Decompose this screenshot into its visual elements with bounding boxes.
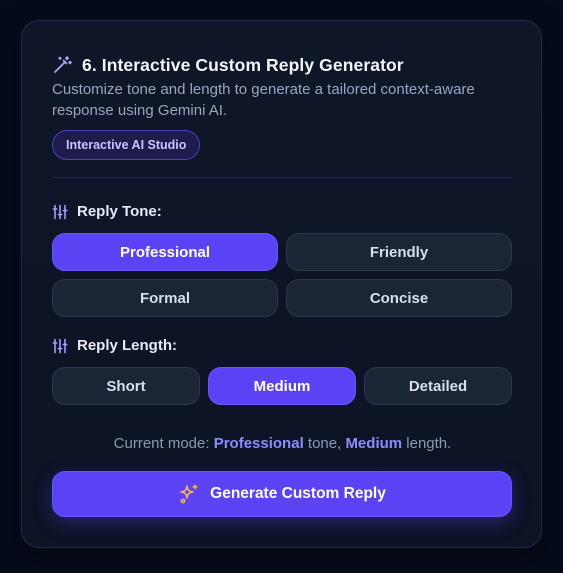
reply-length-text: Reply Length: bbox=[77, 337, 177, 354]
reply-generator-card: 6. Interactive Custom Reply Generator Cu… bbox=[21, 20, 542, 548]
card-title: 6. Interactive Custom Reply Generator bbox=[82, 54, 404, 75]
mode-tone-value: Professional bbox=[213, 435, 304, 452]
current-mode-text: Current mode: Professional tone, Medium … bbox=[22, 435, 543, 452]
tone-option-concise[interactable]: Concise bbox=[286, 279, 512, 317]
mode-suffix: length. bbox=[402, 435, 452, 452]
generate-label: Generate Custom Reply bbox=[210, 485, 386, 502]
card-description: Customize tone and length to generate a … bbox=[52, 81, 475, 119]
sliders-icon bbox=[52, 338, 68, 354]
mode-prefix: Current mode: bbox=[113, 435, 214, 452]
section-divider bbox=[52, 177, 512, 178]
length-option-short[interactable]: Short bbox=[52, 367, 200, 405]
reply-tone-label: Reply Tone: bbox=[52, 203, 162, 220]
reply-tone-text: Reply Tone: bbox=[77, 203, 162, 220]
tone-option-friendly[interactable]: Friendly bbox=[286, 233, 512, 271]
mode-middle: tone, bbox=[303, 435, 346, 452]
reply-length-label: Reply Length: bbox=[52, 337, 177, 354]
sparkles-icon bbox=[178, 483, 200, 505]
magic-wand-icon bbox=[52, 55, 72, 75]
card-header: 6. Interactive Custom Reply Generator bbox=[52, 53, 404, 77]
length-option-detailed[interactable]: Detailed bbox=[364, 367, 512, 405]
studio-badge: Interactive AI Studio bbox=[52, 130, 201, 160]
tone-option-formal[interactable]: Formal bbox=[52, 279, 278, 317]
tone-option-professional[interactable]: Professional bbox=[52, 233, 278, 271]
mode-length-value: Medium bbox=[345, 435, 403, 452]
generate-custom-reply-button[interactable]: Generate Custom Reply bbox=[52, 471, 512, 517]
length-option-medium[interactable]: Medium bbox=[208, 367, 356, 405]
sliders-icon bbox=[52, 204, 68, 220]
